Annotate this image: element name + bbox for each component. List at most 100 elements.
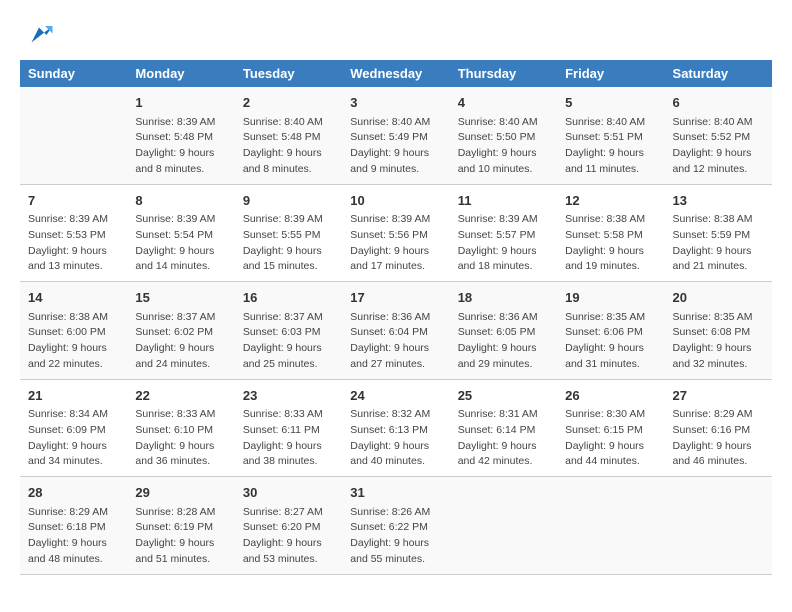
day-number: 10	[350, 191, 441, 211]
column-header-sunday: Sunday	[20, 60, 127, 87]
day-info: Sunrise: 8:32 AM Sunset: 6:13 PM Dayligh…	[350, 407, 441, 470]
day-info: Sunrise: 8:35 AM Sunset: 6:06 PM Dayligh…	[565, 310, 656, 373]
day-info: Sunrise: 8:39 AM Sunset: 5:57 PM Dayligh…	[458, 212, 549, 275]
day-number: 11	[458, 191, 549, 211]
calendar-cell: 20Sunrise: 8:35 AM Sunset: 6:08 PM Dayli…	[665, 282, 772, 380]
calendar-cell: 1Sunrise: 8:39 AM Sunset: 5:48 PM Daylig…	[127, 87, 234, 184]
calendar-cell: 16Sunrise: 8:37 AM Sunset: 6:03 PM Dayli…	[235, 282, 342, 380]
day-number: 16	[243, 288, 334, 308]
week-row-1: 1Sunrise: 8:39 AM Sunset: 5:48 PM Daylig…	[20, 87, 772, 184]
day-info: Sunrise: 8:30 AM Sunset: 6:15 PM Dayligh…	[565, 407, 656, 470]
day-info: Sunrise: 8:33 AM Sunset: 6:10 PM Dayligh…	[135, 407, 226, 470]
week-row-3: 14Sunrise: 8:38 AM Sunset: 6:00 PM Dayli…	[20, 282, 772, 380]
day-number: 13	[673, 191, 764, 211]
calendar-cell: 23Sunrise: 8:33 AM Sunset: 6:11 PM Dayli…	[235, 379, 342, 477]
day-info: Sunrise: 8:26 AM Sunset: 6:22 PM Dayligh…	[350, 505, 441, 568]
calendar-cell: 24Sunrise: 8:32 AM Sunset: 6:13 PM Dayli…	[342, 379, 449, 477]
calendar-cell	[450, 477, 557, 575]
calendar-cell: 15Sunrise: 8:37 AM Sunset: 6:02 PM Dayli…	[127, 282, 234, 380]
header-row: SundayMondayTuesdayWednesdayThursdayFrid…	[20, 60, 772, 87]
calendar-cell: 26Sunrise: 8:30 AM Sunset: 6:15 PM Dayli…	[557, 379, 664, 477]
day-number: 25	[458, 386, 549, 406]
day-info: Sunrise: 8:35 AM Sunset: 6:08 PM Dayligh…	[673, 310, 764, 373]
day-number: 20	[673, 288, 764, 308]
page-header	[20, 20, 772, 50]
day-number: 31	[350, 483, 441, 503]
calendar-cell: 8Sunrise: 8:39 AM Sunset: 5:54 PM Daylig…	[127, 184, 234, 282]
calendar-cell	[557, 477, 664, 575]
logo	[20, 20, 54, 50]
calendar-cell	[665, 477, 772, 575]
calendar-cell: 30Sunrise: 8:27 AM Sunset: 6:20 PM Dayli…	[235, 477, 342, 575]
calendar-cell: 9Sunrise: 8:39 AM Sunset: 5:55 PM Daylig…	[235, 184, 342, 282]
day-info: Sunrise: 8:31 AM Sunset: 6:14 PM Dayligh…	[458, 407, 549, 470]
day-number: 8	[135, 191, 226, 211]
day-number: 18	[458, 288, 549, 308]
day-info: Sunrise: 8:28 AM Sunset: 6:19 PM Dayligh…	[135, 505, 226, 568]
day-number: 19	[565, 288, 656, 308]
day-info: Sunrise: 8:40 AM Sunset: 5:49 PM Dayligh…	[350, 115, 441, 178]
column-header-thursday: Thursday	[450, 60, 557, 87]
calendar-cell: 19Sunrise: 8:35 AM Sunset: 6:06 PM Dayli…	[557, 282, 664, 380]
day-info: Sunrise: 8:40 AM Sunset: 5:48 PM Dayligh…	[243, 115, 334, 178]
day-info: Sunrise: 8:34 AM Sunset: 6:09 PM Dayligh…	[28, 407, 119, 470]
logo-icon	[24, 20, 54, 50]
calendar-cell: 13Sunrise: 8:38 AM Sunset: 5:59 PM Dayli…	[665, 184, 772, 282]
day-info: Sunrise: 8:40 AM Sunset: 5:51 PM Dayligh…	[565, 115, 656, 178]
day-number: 12	[565, 191, 656, 211]
day-info: Sunrise: 8:39 AM Sunset: 5:48 PM Dayligh…	[135, 115, 226, 178]
calendar-cell	[20, 87, 127, 184]
day-number: 29	[135, 483, 226, 503]
day-number: 5	[565, 93, 656, 113]
calendar-cell: 6Sunrise: 8:40 AM Sunset: 5:52 PM Daylig…	[665, 87, 772, 184]
day-info: Sunrise: 8:29 AM Sunset: 6:18 PM Dayligh…	[28, 505, 119, 568]
day-number: 30	[243, 483, 334, 503]
day-number: 27	[673, 386, 764, 406]
calendar-cell: 11Sunrise: 8:39 AM Sunset: 5:57 PM Dayli…	[450, 184, 557, 282]
day-number: 21	[28, 386, 119, 406]
day-info: Sunrise: 8:40 AM Sunset: 5:50 PM Dayligh…	[458, 115, 549, 178]
day-number: 6	[673, 93, 764, 113]
calendar-cell: 10Sunrise: 8:39 AM Sunset: 5:56 PM Dayli…	[342, 184, 449, 282]
column-header-saturday: Saturday	[665, 60, 772, 87]
calendar-cell: 25Sunrise: 8:31 AM Sunset: 6:14 PM Dayli…	[450, 379, 557, 477]
week-row-2: 7Sunrise: 8:39 AM Sunset: 5:53 PM Daylig…	[20, 184, 772, 282]
calendar-cell: 14Sunrise: 8:38 AM Sunset: 6:00 PM Dayli…	[20, 282, 127, 380]
day-number: 2	[243, 93, 334, 113]
column-header-monday: Monday	[127, 60, 234, 87]
calendar-cell: 21Sunrise: 8:34 AM Sunset: 6:09 PM Dayli…	[20, 379, 127, 477]
day-info: Sunrise: 8:39 AM Sunset: 5:55 PM Dayligh…	[243, 212, 334, 275]
week-row-5: 28Sunrise: 8:29 AM Sunset: 6:18 PM Dayli…	[20, 477, 772, 575]
day-number: 7	[28, 191, 119, 211]
day-info: Sunrise: 8:36 AM Sunset: 6:04 PM Dayligh…	[350, 310, 441, 373]
calendar-cell: 22Sunrise: 8:33 AM Sunset: 6:10 PM Dayli…	[127, 379, 234, 477]
day-number: 26	[565, 386, 656, 406]
day-info: Sunrise: 8:38 AM Sunset: 5:59 PM Dayligh…	[673, 212, 764, 275]
day-info: Sunrise: 8:40 AM Sunset: 5:52 PM Dayligh…	[673, 115, 764, 178]
day-info: Sunrise: 8:39 AM Sunset: 5:54 PM Dayligh…	[135, 212, 226, 275]
calendar-cell: 2Sunrise: 8:40 AM Sunset: 5:48 PM Daylig…	[235, 87, 342, 184]
calendar-cell: 3Sunrise: 8:40 AM Sunset: 5:49 PM Daylig…	[342, 87, 449, 184]
day-number: 4	[458, 93, 549, 113]
day-info: Sunrise: 8:38 AM Sunset: 6:00 PM Dayligh…	[28, 310, 119, 373]
day-info: Sunrise: 8:38 AM Sunset: 5:58 PM Dayligh…	[565, 212, 656, 275]
calendar-cell: 4Sunrise: 8:40 AM Sunset: 5:50 PM Daylig…	[450, 87, 557, 184]
day-info: Sunrise: 8:33 AM Sunset: 6:11 PM Dayligh…	[243, 407, 334, 470]
calendar-table: SundayMondayTuesdayWednesdayThursdayFrid…	[20, 60, 772, 575]
calendar-header: SundayMondayTuesdayWednesdayThursdayFrid…	[20, 60, 772, 87]
column-header-wednesday: Wednesday	[342, 60, 449, 87]
day-info: Sunrise: 8:39 AM Sunset: 5:56 PM Dayligh…	[350, 212, 441, 275]
day-number: 1	[135, 93, 226, 113]
calendar-cell: 29Sunrise: 8:28 AM Sunset: 6:19 PM Dayli…	[127, 477, 234, 575]
calendar-cell: 12Sunrise: 8:38 AM Sunset: 5:58 PM Dayli…	[557, 184, 664, 282]
day-number: 22	[135, 386, 226, 406]
day-number: 17	[350, 288, 441, 308]
calendar-cell: 7Sunrise: 8:39 AM Sunset: 5:53 PM Daylig…	[20, 184, 127, 282]
calendar-cell: 31Sunrise: 8:26 AM Sunset: 6:22 PM Dayli…	[342, 477, 449, 575]
day-number: 28	[28, 483, 119, 503]
calendar-cell: 17Sunrise: 8:36 AM Sunset: 6:04 PM Dayli…	[342, 282, 449, 380]
calendar-cell: 5Sunrise: 8:40 AM Sunset: 5:51 PM Daylig…	[557, 87, 664, 184]
column-header-friday: Friday	[557, 60, 664, 87]
calendar-cell: 28Sunrise: 8:29 AM Sunset: 6:18 PM Dayli…	[20, 477, 127, 575]
column-header-tuesday: Tuesday	[235, 60, 342, 87]
